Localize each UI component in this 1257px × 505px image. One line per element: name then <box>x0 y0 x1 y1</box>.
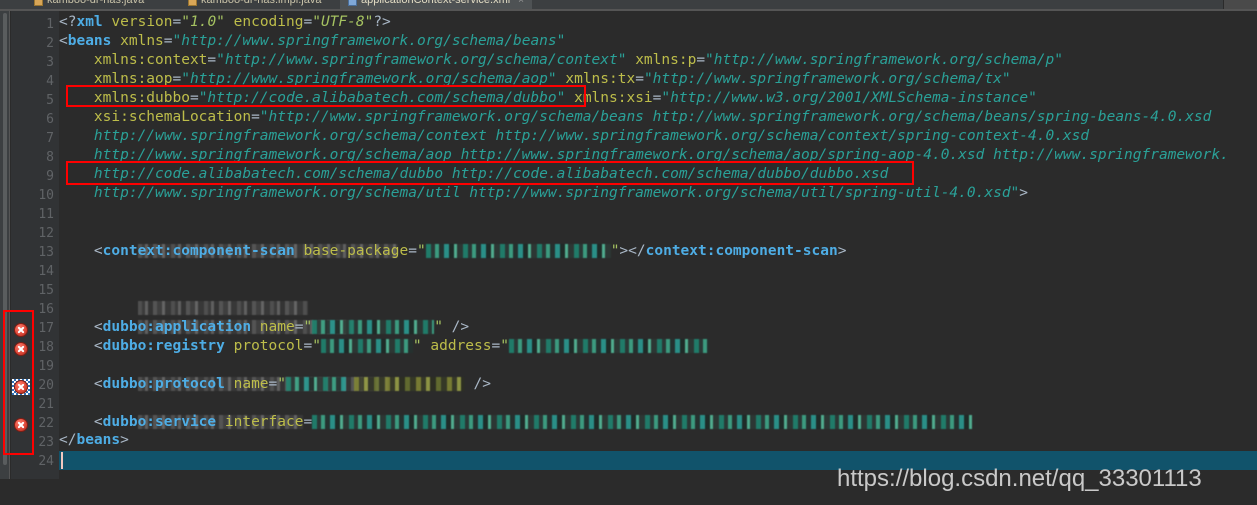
error-marker-line-22[interactable] <box>14 418 28 432</box>
editor-left-scrollbar[interactable] <box>0 11 10 505</box>
line-number: 9 <box>46 169 54 184</box>
line-number: 16 <box>38 302 54 317</box>
code-line-23: </beans> <box>59 432 129 448</box>
tab-label: applicationContext-service.xml <box>361 0 511 6</box>
code-line-17: <dubbo:application name=" " /> <box>93 319 470 335</box>
scrollbar-thumb[interactable] <box>3 13 7 465</box>
java-file-icon <box>34 0 43 6</box>
watermark-text: https://blog.csdn.net/qq_33301113 <box>837 465 1202 492</box>
redacted-attribute-value <box>312 415 973 429</box>
java-file-icon <box>188 0 197 6</box>
code-line-22: <dubbo:service interface= <box>59 412 973 431</box>
line-number: 19 <box>38 359 54 374</box>
code-line-8: http://www.springframework.org/schema/ao… <box>93 147 1229 163</box>
code-line-15 <box>59 279 309 315</box>
code-line-7: http://www.springframework.org/schema/co… <box>93 128 1090 144</box>
code-line-4: xmlns:aop="http://www.springframework.or… <box>93 71 1011 87</box>
error-marker-line-20[interactable] <box>12 379 30 395</box>
error-marker-line-17[interactable] <box>14 323 28 337</box>
tab-application-context-service-xml[interactable]: applicationContext-service.xml × <box>340 0 533 9</box>
line-number: 23 <box>38 435 54 450</box>
line-number: 4 <box>46 74 54 89</box>
redacted-attribute-value <box>312 320 435 334</box>
error-icon <box>14 380 28 394</box>
code-line-20: <dubbo:protocol name=" /> <box>93 376 491 392</box>
tab-strip-end <box>1223 0 1257 9</box>
line-number: 21 <box>38 397 54 412</box>
text-caret <box>61 452 63 469</box>
tab-label: kamboo-dr-nas.java <box>47 0 145 6</box>
line-number-gutter[interactable]: 1 2 3 4 5 6 7 8 9 10 11 12 13 14 15 16 1… <box>11 11 59 505</box>
line-number: 11 <box>38 207 54 222</box>
line-number: 5 <box>46 93 54 108</box>
editor-tab-strip: kamboo-dr-nas.java kamboo-dr-nas.impl.ja… <box>0 0 1257 9</box>
code-line-9: http://code.alibabatech.com/schema/dubbo… <box>93 166 889 182</box>
redacted-attribute-value <box>354 377 464 391</box>
error-icon <box>14 342 28 356</box>
code-line-13: <context:component-scan base-package=" ">… <box>93 243 847 259</box>
line-number: 10 <box>38 188 54 203</box>
line-number: 24 <box>38 454 54 469</box>
xml-file-icon <box>348 0 357 6</box>
redacted-attribute-value <box>425 244 611 258</box>
redacted-attribute-value <box>286 377 346 391</box>
line-number: 15 <box>38 283 54 298</box>
code-line-6: xsi:schemaLocation="http://www.springfra… <box>93 109 1212 125</box>
code-line-5: xmlns:dubbo="http://code.alibabatech.com… <box>93 90 1037 106</box>
code-content-area[interactable]: <?xml version="1.0" encoding="UTF-8"?> <… <box>59 11 1257 505</box>
close-icon[interactable]: × <box>518 0 524 6</box>
error-icon <box>14 418 28 432</box>
code-editor[interactable]: 1 2 3 4 5 6 7 8 9 10 11 12 13 14 15 16 1… <box>0 9 1257 505</box>
line-number: 7 <box>46 131 54 146</box>
code-line-18: <dubbo:registry protocol=" " address=" <box>59 336 709 355</box>
code-line-10: http://www.springframework.org/schema/ut… <box>93 185 1029 201</box>
code-line-3: xmlns:context="http://www.springframewor… <box>93 52 1063 68</box>
redacted-attribute-value <box>320 339 413 353</box>
line-number: 13 <box>38 245 54 260</box>
line-number: 12 <box>38 226 54 241</box>
code-line-2: <beans xmlns="http://www.springframework… <box>59 33 566 49</box>
code-line-12 <box>59 222 399 258</box>
code-line-19 <box>59 355 389 391</box>
code-line-1: <?xml version="1.0" encoding="UTF-8"?> <box>59 14 391 30</box>
code-line-16 <box>59 298 354 334</box>
tab-kamboo-dr-nas-impl-java[interactable]: kamboo-dr-nas.impl.java <box>180 0 329 9</box>
tab-label: kamboo-dr-nas.impl.java <box>201 0 322 6</box>
tab-kamboo-dr-nas-java[interactable]: kamboo-dr-nas.java <box>26 0 152 9</box>
line-number: 3 <box>46 55 54 70</box>
line-number: 8 <box>46 150 54 165</box>
error-marker-line-18[interactable] <box>14 342 28 356</box>
error-icon <box>14 323 28 337</box>
code-line-21 <box>59 393 304 429</box>
line-number: 2 <box>46 36 54 51</box>
line-number: 1 <box>46 17 54 32</box>
redacted-attribute-value <box>508 339 709 353</box>
line-number: 6 <box>46 112 54 127</box>
line-number: 14 <box>38 264 54 279</box>
